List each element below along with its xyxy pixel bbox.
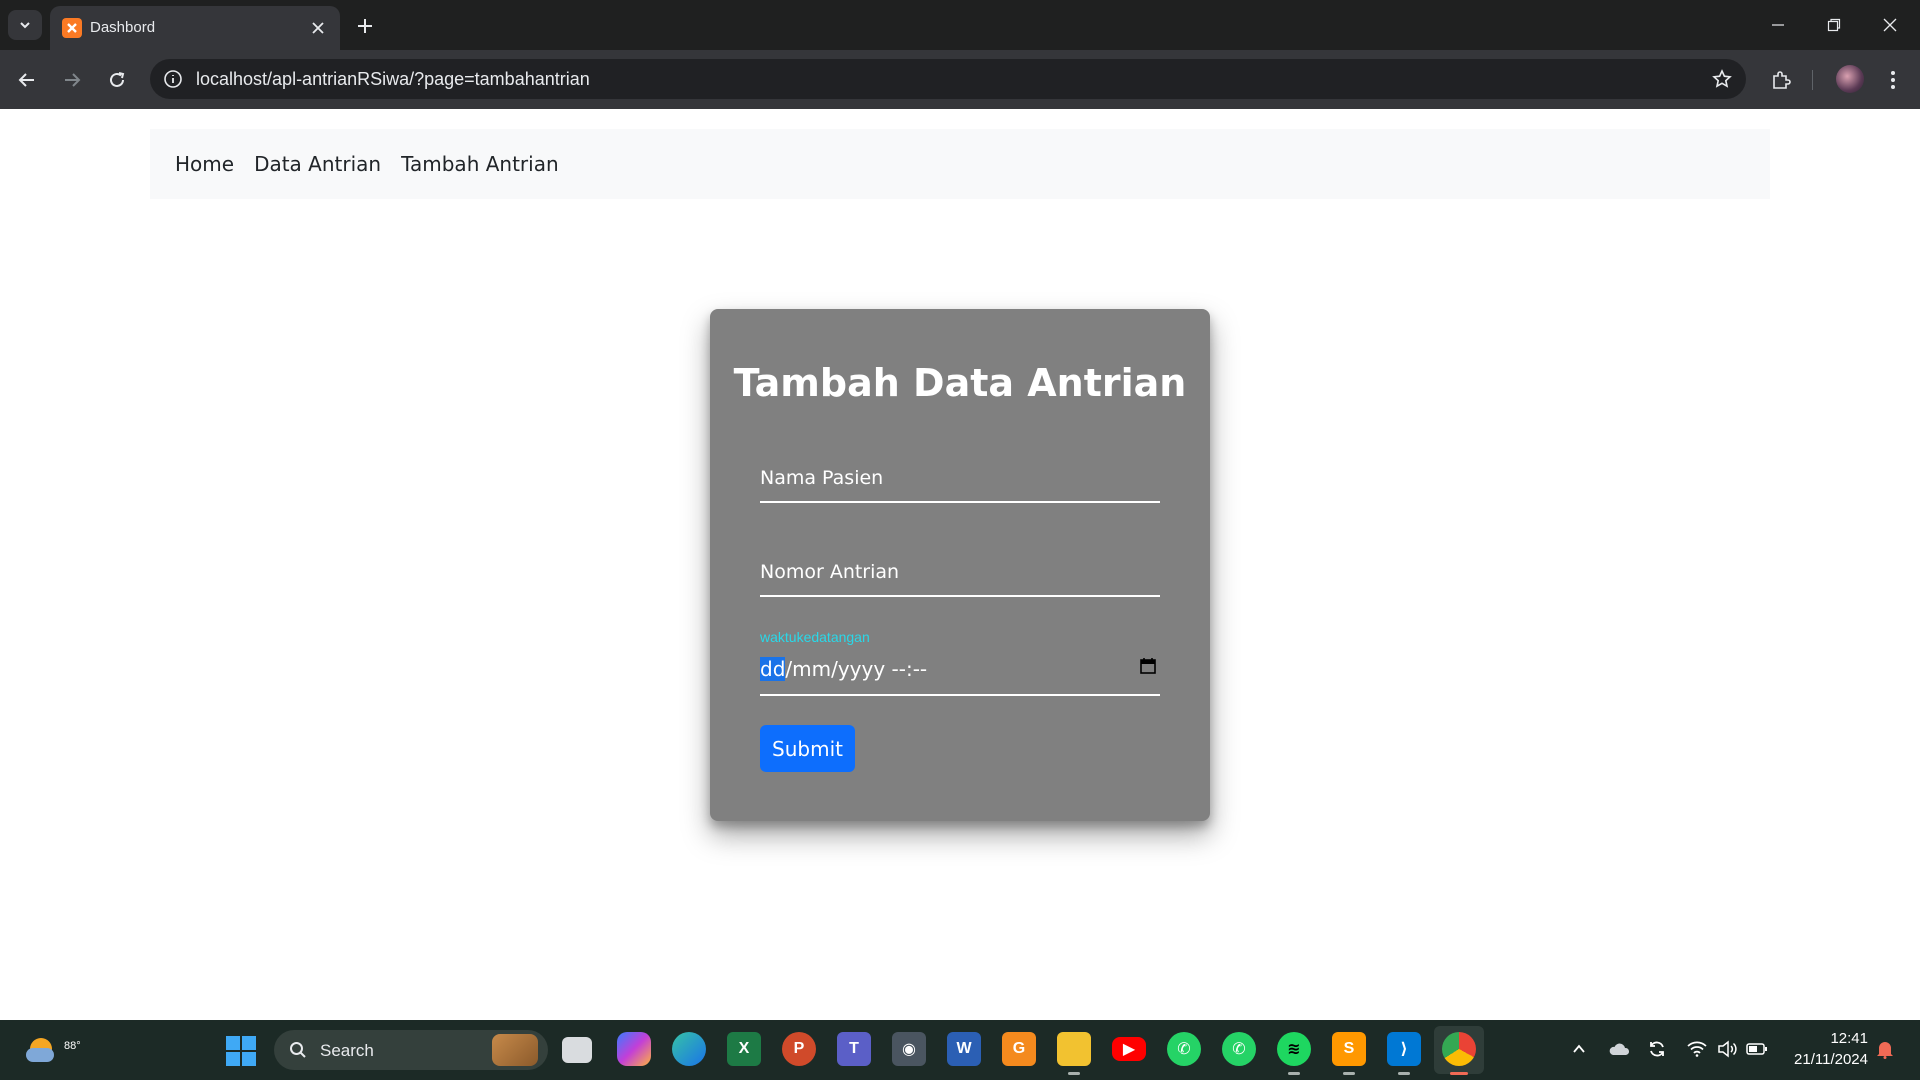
wifi-icon[interactable] [1686, 1038, 1708, 1060]
chevron-down-icon [20, 22, 30, 29]
copilot-icon[interactable] [617, 1032, 651, 1066]
sync-icon[interactable] [1646, 1038, 1668, 1060]
close-tab-icon[interactable] [306, 16, 330, 40]
file-explorer-icon[interactable] [1057, 1032, 1091, 1066]
excel-icon[interactable]: X [727, 1032, 761, 1066]
clock-time[interactable]: 12:41 [1810, 1030, 1868, 1047]
taskbar-search[interactable]: Search [274, 1030, 548, 1070]
word-icon[interactable]: W [947, 1032, 981, 1066]
more-vertical-icon [1891, 71, 1895, 89]
onedrive-icon[interactable] [1608, 1038, 1630, 1060]
search-icon [288, 1040, 308, 1060]
puzzle-icon [1773, 71, 1791, 89]
powerpoint-icon[interactable]: P [782, 1032, 816, 1066]
reload-button[interactable] [100, 63, 134, 97]
nav-link-home[interactable]: Home [175, 152, 234, 176]
address-bar[interactable]: localhost/apl-antrianRSiwa/?page=tambaha… [150, 59, 1746, 99]
browser-menu-button[interactable] [1876, 63, 1910, 97]
arrow-right-icon [65, 73, 81, 87]
form-title: Tambah Data Antrian [733, 361, 1187, 405]
arrow-left-icon [18, 73, 34, 87]
site-info-icon[interactable] [162, 68, 184, 90]
minimize-button[interactable] [1758, 8, 1798, 42]
browser-tab-bar: Dashbord [0, 0, 1920, 50]
forward-button[interactable] [55, 63, 89, 97]
form-card: Tambah Data Antrian waktukedatangan dd/m… [710, 309, 1210, 821]
profile-avatar[interactable] [1836, 65, 1864, 93]
nama-pasien-input[interactable] [760, 467, 1160, 501]
close-window-button[interactable] [1870, 8, 1910, 42]
clock-date[interactable]: 21/11/2024 [1776, 1051, 1868, 1068]
windows-taskbar: 88° Search X P T ◉ W G ▶ ✆ ✆ ≋ S ⟩ 12:41… [0, 1020, 1920, 1080]
submit-button[interactable]: Submit [760, 725, 855, 772]
spotify-icon[interactable]: ≋ [1277, 1032, 1311, 1066]
plus-icon [358, 19, 372, 33]
datetime-day-segment[interactable]: dd [760, 657, 786, 681]
youtube-icon[interactable]: ▶ [1112, 1037, 1146, 1061]
teams-icon[interactable]: T [837, 1032, 871, 1066]
whatsapp-icon[interactable]: ✆ [1167, 1032, 1201, 1066]
nomor-antrian-input[interactable] [760, 561, 1160, 595]
minimize-icon [1772, 24, 1784, 26]
nav-link-data-antrian[interactable]: Data Antrian [254, 152, 381, 176]
sublime-text-icon[interactable]: S [1332, 1032, 1366, 1066]
battery-icon[interactable] [1746, 1038, 1768, 1060]
xampp-favicon-icon [62, 18, 82, 38]
calendar-icon[interactable] [1138, 656, 1158, 676]
weather-temperature: 88° [64, 1040, 81, 1052]
url-text[interactable]: localhost/apl-antrianRSiwa/?page=tambaha… [196, 69, 590, 89]
extensions-button[interactable] [1764, 63, 1798, 97]
chrome-running-indicator [1450, 1072, 1468, 1075]
whatsapp-icon-2[interactable]: ✆ [1222, 1032, 1256, 1066]
volume-icon[interactable] [1716, 1038, 1738, 1060]
file-explorer-running-indicator [1068, 1072, 1080, 1075]
toolbar-divider [1812, 70, 1813, 90]
web-page: Home Data Antrian Tambah Antrian Tambah … [0, 109, 1920, 1020]
back-button[interactable] [10, 63, 44, 97]
restore-icon [1827, 18, 1841, 32]
search-highlight-image [492, 1034, 538, 1066]
notification-bell-icon[interactable] [1874, 1038, 1896, 1060]
tab-title: Dashbord [90, 19, 156, 36]
chevron-up-icon[interactable] [1568, 1038, 1590, 1060]
datetime-input[interactable]: dd/mm/yyyy --:-- [760, 657, 927, 681]
new-tab-button[interactable] [350, 11, 380, 41]
cloud-icon [26, 1048, 54, 1062]
datetime-rest-segment[interactable]: /mm/yyyy --:-- [785, 657, 927, 681]
weather-widget[interactable]: 88° [24, 1030, 81, 1070]
edge-icon[interactable] [672, 1032, 706, 1066]
restore-button[interactable] [1814, 8, 1854, 42]
waktu-kedatangan-field: waktukedatangan dd/mm/yyyy --:-- [760, 629, 1160, 696]
tab-search-button[interactable] [8, 10, 42, 40]
close-icon [1883, 18, 1897, 32]
reload-icon [110, 72, 125, 87]
spotify-running-indicator [1288, 1072, 1300, 1075]
chrome-icon[interactable] [1442, 1032, 1476, 1066]
vscode-icon[interactable]: ⟩ [1387, 1032, 1421, 1066]
vscode-running-indicator [1398, 1072, 1410, 1075]
waktu-kedatangan-label: waktukedatangan [760, 629, 870, 645]
browser-toolbar: localhost/apl-antrianRSiwa/?page=tambaha… [0, 50, 1920, 109]
bookmark-star-icon[interactable] [1710, 67, 1734, 91]
site-navbar: Home Data Antrian Tambah Antrian [150, 129, 1770, 199]
task-view-icon[interactable] [562, 1037, 592, 1063]
nav-link-tambah-antrian[interactable]: Tambah Antrian [401, 152, 559, 176]
nomor-antrian-field [760, 561, 1160, 597]
browser-tab-active[interactable]: Dashbord [50, 6, 340, 50]
search-label: Search [320, 1041, 374, 1060]
pdf-app-icon[interactable]: G [1002, 1032, 1036, 1066]
nama-pasien-field [760, 467, 1160, 503]
windows-start-icon[interactable] [226, 1036, 256, 1066]
camera-icon[interactable]: ◉ [892, 1032, 926, 1066]
sublime-running-indicator [1343, 1072, 1355, 1075]
